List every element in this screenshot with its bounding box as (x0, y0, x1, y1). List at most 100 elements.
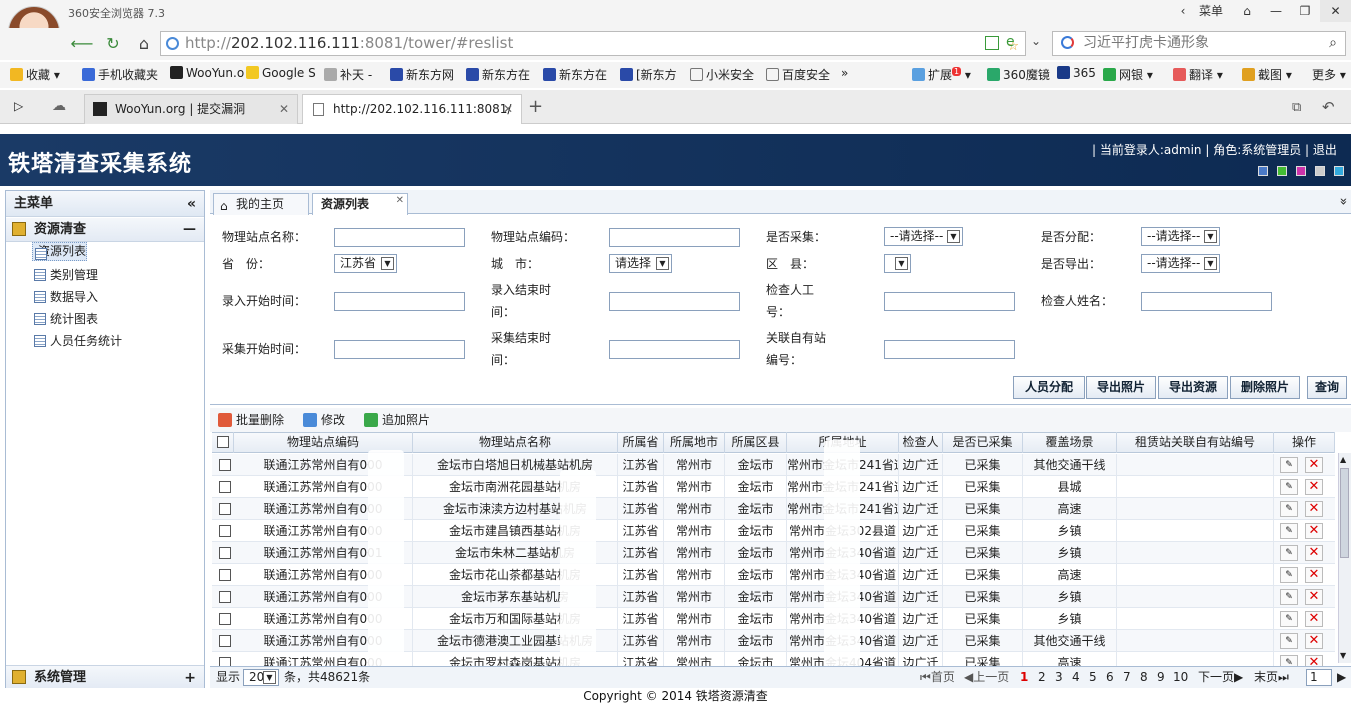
close-button[interactable]: ✕ (1320, 0, 1351, 22)
header-checker[interactable]: 检查人 (899, 432, 943, 453)
address-bar[interactable]: http://202.102.116.111:8081/tower/#resli… (160, 31, 1026, 56)
tab-resource-list[interactable]: 资源列表 ✕ (312, 193, 408, 216)
site-code-input[interactable] (609, 228, 740, 247)
group-expand-icon[interactable]: + (184, 666, 196, 690)
collected-select[interactable]: --请选择-- ▼ (884, 227, 963, 246)
collect-start-input[interactable] (334, 340, 465, 359)
delete-record-icon[interactable]: ✕ (1305, 589, 1323, 605)
pager-page-9[interactable]: 9 (1157, 670, 1165, 684)
tab-close-icon[interactable]: ✕ (279, 95, 289, 123)
sidebar-item-resource-list[interactable]: 资源列表 (32, 242, 88, 261)
exported-select[interactable]: --请选择-- ▼ (1141, 254, 1220, 273)
browser-tab-wooyun[interactable]: WooYun.org | 提交漏洞 ✕ (84, 94, 298, 124)
row-checkbox[interactable] (219, 613, 231, 625)
view-record-icon[interactable]: ✎ (1280, 479, 1298, 495)
goto-page-input[interactable]: 1 (1306, 669, 1332, 686)
theme-blue-swatch[interactable] (1258, 166, 1268, 176)
bookmark-xdf-1[interactable]: 新东方网 (390, 66, 454, 83)
ext-more[interactable]: 更多 ▾ (1312, 66, 1346, 83)
header-select-all[interactable] (212, 432, 234, 453)
bookmark-mi-security[interactable]: 小米安全 (690, 66, 754, 83)
bookmark-butian[interactable]: 补天 - (324, 66, 372, 83)
theme-cyan-swatch[interactable] (1334, 166, 1344, 176)
home-icon[interactable]: ⌂ (132, 32, 156, 56)
site-name-input[interactable] (334, 228, 465, 247)
collect-end-input[interactable] (609, 340, 740, 359)
checker-no-input[interactable] (884, 292, 1015, 311)
row-checkbox[interactable] (219, 569, 231, 581)
bookmark-xdf-4[interactable]: [新东方 (620, 66, 677, 83)
dropdown-chevron-icon[interactable]: ⌄ (1031, 34, 1041, 48)
tab-close-icon[interactable]: ✕ (396, 191, 404, 211)
county-select[interactable]: ▼ (884, 254, 911, 273)
entry-end-input[interactable] (609, 292, 740, 311)
header-province[interactable]: 所属省 (618, 432, 664, 453)
sidebar-item-stats-chart[interactable]: 统计图表 (32, 308, 98, 330)
bookmark-baidu-security[interactable]: 百度安全 (766, 66, 830, 83)
expand-tabs-icon[interactable]: » (1335, 198, 1350, 206)
view-record-icon[interactable]: ✎ (1280, 545, 1298, 561)
delete-record-icon[interactable]: ✕ (1305, 523, 1323, 539)
ie-mode-icon[interactable]: e (1006, 34, 1015, 50)
logout-link[interactable]: 退出 (1313, 143, 1337, 157)
cloud-icon[interactable]: ☁ (52, 98, 66, 114)
tab-home[interactable]: ⌂ 我的主页 (213, 193, 309, 215)
sidebar-toggle-icon[interactable]: ▷ (14, 99, 23, 113)
pager-page-10[interactable]: 10 (1173, 670, 1188, 684)
row-checkbox[interactable] (219, 547, 231, 559)
pager-page-3[interactable]: 3 (1055, 670, 1063, 684)
extensions-button[interactable]: 扩展 1 ▾ (912, 66, 971, 83)
view-record-icon[interactable]: ✎ (1280, 501, 1298, 517)
delete-photos-button[interactable]: 删除照片 (1230, 376, 1300, 399)
new-tab-button[interactable]: + (528, 96, 543, 117)
scroll-down-icon[interactable]: ▼ (1340, 651, 1346, 660)
menu-group-resource-check[interactable]: 资源清查 — (6, 218, 204, 242)
row-checkbox[interactable] (219, 591, 231, 603)
qrcode-icon[interactable] (985, 36, 999, 50)
search-input[interactable]: 习近平打虎卡通形象 ⌕ (1052, 31, 1346, 56)
header-site-name[interactable]: 物理站点名称 (413, 432, 618, 453)
view-record-icon[interactable]: ✎ (1280, 589, 1298, 605)
browser-tab-current[interactable]: http://202.102.116.111:8081/ ✕ (302, 94, 522, 124)
scrollbar-thumb[interactable] (1340, 468, 1349, 558)
view-record-icon[interactable]: ✎ (1280, 633, 1298, 649)
pager-page-5[interactable]: 5 (1089, 670, 1097, 684)
bookmark-favorites[interactable]: 收藏 ▾ (10, 66, 60, 83)
page-size-select[interactable]: 20 ▼ (243, 669, 279, 686)
collapse-sidebar-icon[interactable]: « (187, 191, 196, 217)
delete-record-icon[interactable]: ✕ (1305, 457, 1323, 473)
header-collected[interactable]: 是否已采集 (943, 432, 1023, 453)
pager-page-2[interactable]: 2 (1038, 670, 1046, 684)
add-photo-button[interactable]: 追加照片 (364, 412, 430, 428)
province-select[interactable]: 江苏省 ▼ (334, 254, 397, 273)
view-record-icon[interactable]: ✎ (1280, 567, 1298, 583)
delete-record-icon[interactable]: ✕ (1305, 611, 1323, 627)
export-resources-button[interactable]: 导出资源 (1158, 376, 1228, 399)
pager-last[interactable]: 末页⏭ (1254, 670, 1289, 684)
ext-360-mirror[interactable]: 360魔镜 (987, 66, 1050, 83)
menu-button[interactable]: 菜单 (1194, 0, 1228, 22)
batch-delete-button[interactable]: 批量删除 (218, 412, 284, 428)
tab-list-icon[interactable]: ⧉ (1292, 100, 1301, 115)
refresh-icon[interactable]: ↻ (101, 32, 125, 56)
query-button[interactable]: 查询 (1307, 376, 1347, 399)
row-checkbox[interactable] (219, 525, 231, 537)
tab-close-icon[interactable]: ✕ (503, 95, 513, 123)
home-pin-icon[interactable]: ⌂ (1233, 0, 1261, 22)
pager-page-7[interactable]: 7 (1123, 670, 1131, 684)
row-checkbox[interactable] (219, 459, 231, 471)
assigned-select[interactable]: --请选择-- ▼ (1141, 227, 1220, 246)
delete-record-icon[interactable]: ✕ (1305, 567, 1323, 583)
assoc-site-input[interactable] (884, 340, 1015, 359)
pager-prev[interactable]: ◀上一页 (964, 670, 1009, 684)
header-county[interactable]: 所属区县 (725, 432, 787, 453)
header-scene[interactable]: 覆盖场景 (1023, 432, 1117, 453)
pager-first[interactable]: ⏮首页 (920, 670, 955, 684)
view-record-icon[interactable]: ✎ (1280, 523, 1298, 539)
bookmark-mobile[interactable]: 手机收藏夹 (82, 66, 158, 83)
theme-green-swatch[interactable] (1277, 166, 1287, 176)
search-icon[interactable]: ⌕ (1329, 32, 1337, 55)
row-checkbox[interactable] (219, 481, 231, 493)
view-record-icon[interactable]: ✎ (1280, 611, 1298, 627)
pager-page-4[interactable]: 4 (1072, 670, 1080, 684)
